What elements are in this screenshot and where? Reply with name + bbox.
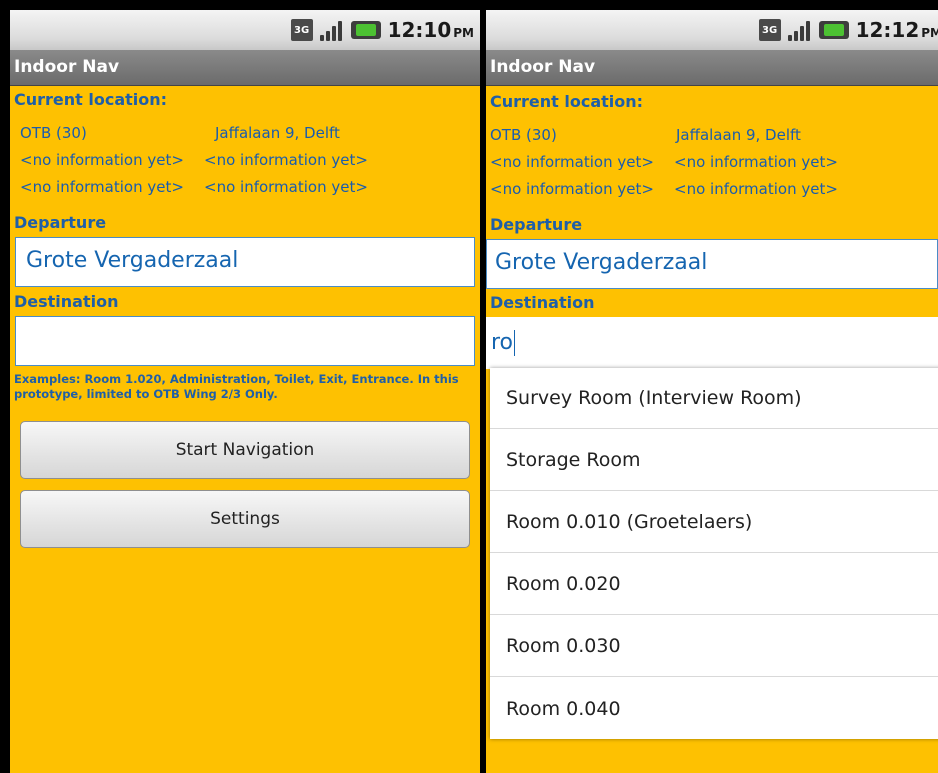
suggestion-item[interactable]: Room 0.040 (490, 678, 938, 739)
destination-field[interactable] (15, 316, 475, 366)
suggestion-item[interactable]: Storage Room (490, 430, 938, 491)
clock: 12:10 PM (387, 18, 474, 42)
network-3g-icon: 3G (758, 19, 781, 41)
location-row: <no information yet> <no information yet> (490, 153, 838, 171)
status-bar: 3G 12:12 PM (486, 10, 938, 50)
departure-label: Departure (14, 213, 107, 232)
location-row: <no information yet> <no information yet> (20, 178, 368, 196)
signal-icon (787, 19, 812, 41)
app-title: Indoor Nav (490, 57, 596, 77)
suggestion-item[interactable]: Room 0.030 (490, 616, 938, 677)
settings-button[interactable]: Settings (20, 490, 470, 548)
status-bar: 3G 12:10 PM (10, 10, 480, 50)
suggestion-item[interactable]: Room 0.010 (Groetelaers) (490, 492, 938, 553)
app-title-bar: Indoor Nav (10, 50, 480, 86)
departure-field[interactable]: Grote Vergaderzaal (15, 237, 475, 287)
clock: 12:12 PM (855, 18, 938, 42)
destination-label: Destination (14, 292, 119, 311)
location-row: OTB (30) Jaffalaan 9, Delft (490, 126, 801, 144)
app-title-bar: Indoor Nav (486, 50, 938, 86)
destination-label: Destination (490, 293, 595, 312)
text-cursor (514, 330, 516, 356)
location-row: <no information yet> <no information yet> (20, 151, 368, 169)
suggestion-item[interactable]: Room 0.020 (490, 554, 938, 615)
destination-field[interactable]: ro (486, 317, 938, 369)
signal-icon (319, 19, 344, 41)
current-location-label: Current location: (490, 92, 644, 111)
location-row: <no information yet> <no information yet> (490, 180, 838, 198)
departure-field[interactable]: Grote Vergaderzaal (486, 239, 938, 289)
battery-icon (818, 21, 849, 39)
network-3g-icon: 3G (290, 19, 313, 41)
departure-label: Departure (490, 215, 583, 234)
autocomplete-dropdown: Survey Room (Interview Room) Storage Roo… (490, 368, 938, 739)
screen-right: 3G 12:12 PM Indoor Nav Current location: … (486, 10, 938, 773)
app-title: Indoor Nav (14, 57, 120, 77)
battery-icon (350, 21, 381, 39)
current-location-label: Current location: (14, 90, 168, 109)
suggestion-item[interactable]: Survey Room (Interview Room) (490, 368, 938, 429)
screen-left: 3G 12:10 PM Indoor Nav Current location: … (10, 10, 480, 773)
location-row: OTB (30) Jaffalaan 9, Delft (20, 124, 340, 142)
help-text: Examples: Room 1.020, Administration, To… (14, 372, 459, 401)
start-navigation-button[interactable]: Start Navigation (20, 421, 470, 479)
